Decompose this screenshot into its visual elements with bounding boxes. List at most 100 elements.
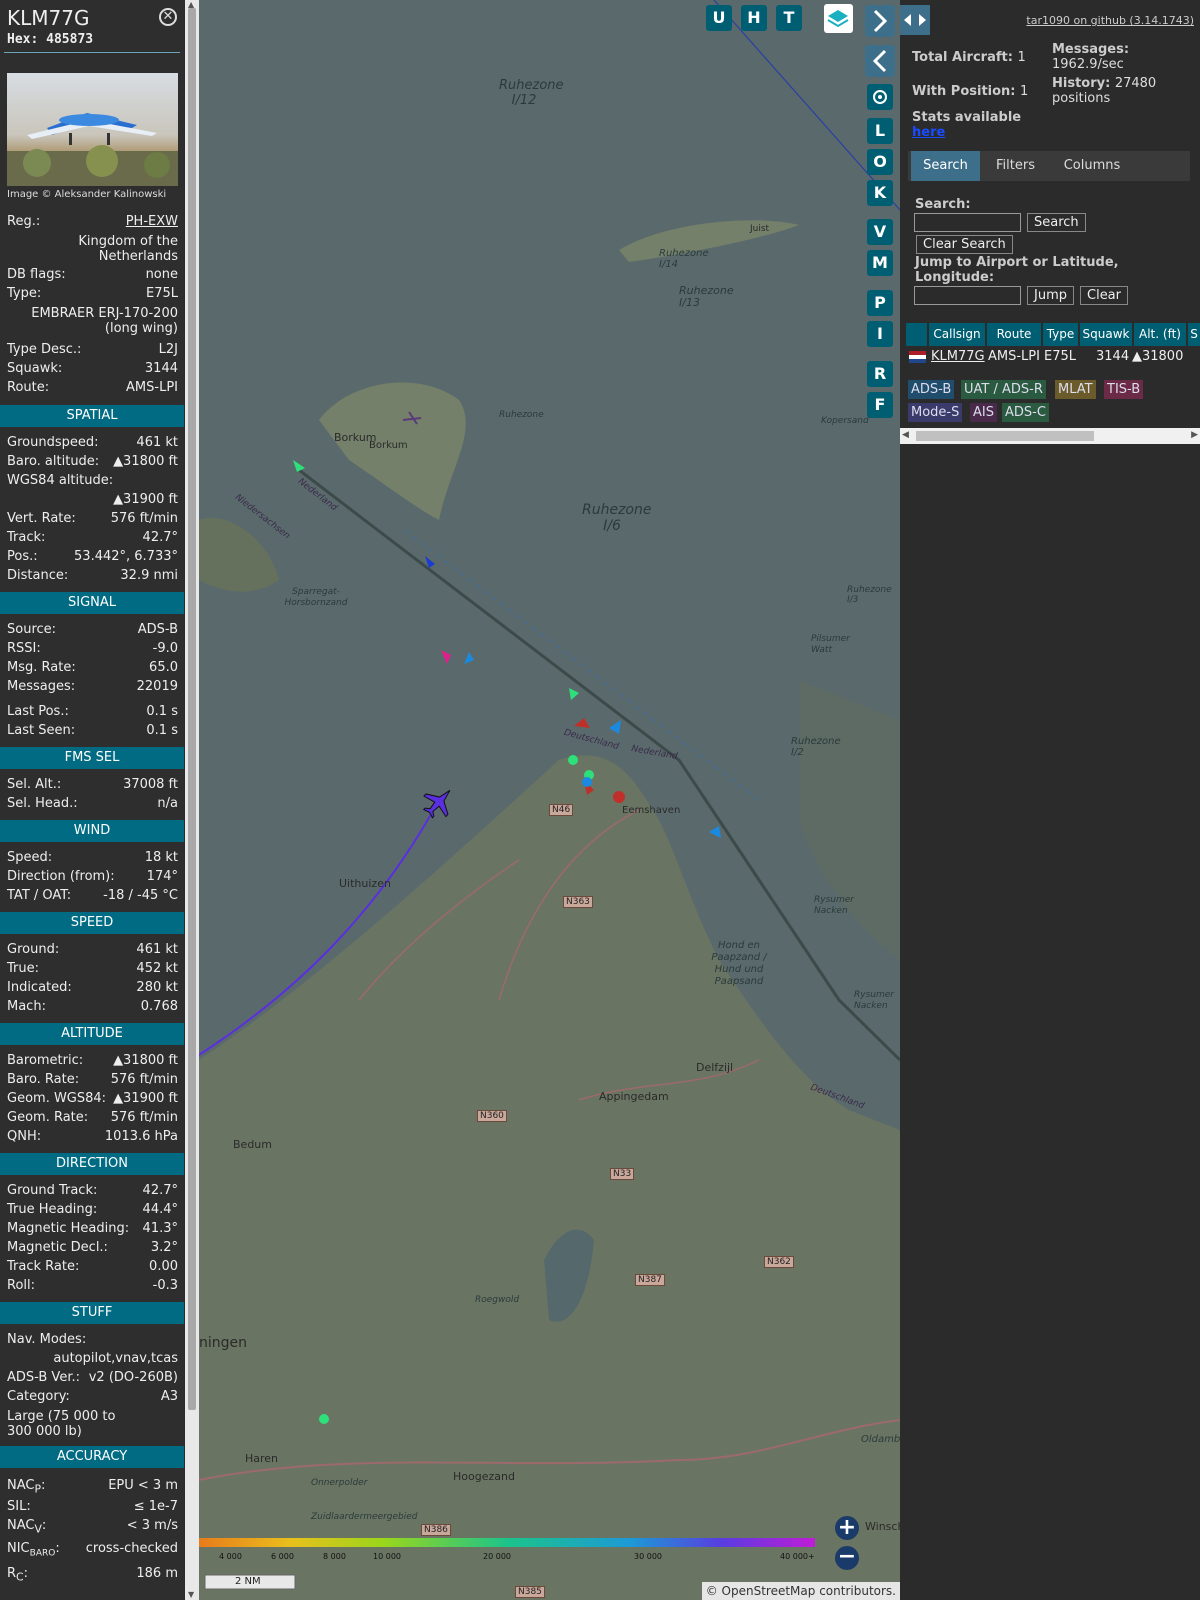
map-button-l[interactable]: L <box>867 118 893 144</box>
section-signal: SIGNAL <box>0 592 184 614</box>
history-stat: History: 27480 positions <box>1052 76 1157 106</box>
jump-input[interactable] <box>914 286 1021 305</box>
badge-mlat[interactable]: MLAT <box>1055 380 1096 399</box>
ground-speed-row: Ground: 461 kt <box>7 942 178 957</box>
map-button-m[interactable]: M <box>867 250 893 276</box>
sidebar-scrollbar[interactable]: ▲ ▼ <box>185 0 199 1600</box>
section-wind: WIND <box>0 820 184 842</box>
track-rate-row: Track Rate: 0.00 <box>7 1259 178 1274</box>
scroll-down-icon[interactable]: ▼ <box>188 1590 194 1599</box>
badge-adsb[interactable]: ADS-B <box>908 380 955 399</box>
section-speed: SPEED <box>0 912 184 934</box>
other-aircraft <box>569 688 579 700</box>
chevron-left-icon[interactable] <box>865 45 895 77</box>
map-button-i[interactable]: I <box>867 321 893 347</box>
map-button-v[interactable]: V <box>867 219 893 245</box>
position-row: Pos.: 53.442°, 6.733° <box>7 549 178 564</box>
last-pos-row: Last Pos.: 0.1 s <box>7 704 178 719</box>
column-header-speed[interactable]: S <box>1188 323 1200 346</box>
right-panel: tar1090 on github (3.14.1743) Total Airc… <box>900 0 1200 1600</box>
chevron-right-icon[interactable] <box>865 5 895 37</box>
messages-row: Messages: 22019 <box>7 679 178 694</box>
geom-rate-row: Geom. Rate: 576 ft/min <box>7 1110 178 1125</box>
table-hscrollbar[interactable]: ◀ ▶ <box>900 428 1200 444</box>
msg-rate-row: Msg. Rate: 65.0 <box>7 660 178 675</box>
search-input[interactable] <box>914 213 1021 232</box>
clear-search-button[interactable]: Clear Search <box>916 235 1013 254</box>
column-header-type[interactable]: Type <box>1043 323 1078 346</box>
hscroll-thumb[interactable] <box>916 431 1094 441</box>
search-button[interactable]: Search <box>1027 213 1086 232</box>
badge-uat-adsr[interactable]: UAT / ADS-R <box>961 380 1046 399</box>
legend-tick: 4 000 <box>219 1552 242 1561</box>
reg-link[interactable]: PH-EXW <box>126 214 178 230</box>
section-spatial: SPATIAL <box>0 405 184 427</box>
expand-collapse-icon[interactable] <box>900 5 930 35</box>
legend-tick: 40 000+ <box>780 1552 815 1561</box>
map-button-h[interactable]: H <box>741 5 767 31</box>
map-button-t[interactable]: T <box>776 5 802 31</box>
total-aircraft: Total Aircraft: 1 <box>912 50 1026 65</box>
column-header-flag[interactable] <box>906 323 927 346</box>
zoom-out-icon[interactable]: − <box>835 1546 859 1570</box>
map-button-r[interactable]: R <box>867 361 893 387</box>
column-header-squawk[interactable]: Squawk <box>1080 323 1132 346</box>
mag-heading-row: Magnetic Heading: 41.3° <box>7 1221 178 1236</box>
map[interactable]: Ruhezone I/12 Ruhezone I/14 Ruhezone I/1… <box>199 0 900 1600</box>
map-button-p[interactable]: P <box>867 290 893 316</box>
nic-baro-row: NICBARO: cross-checked <box>7 1541 178 1559</box>
vert-rate-row: Vert. Rate: 576 ft/min <box>7 511 178 526</box>
zoom-in-icon[interactable]: + <box>835 1516 859 1540</box>
vessel-marker <box>613 791 625 803</box>
aircraft-info-panel: KLM77G ✕ Hex: 485873 Image © Aleksander … <box>0 0 184 1600</box>
map-button-o[interactable]: O <box>867 149 893 175</box>
sel-alt-row: Sel. Alt.: 37008 ft <box>7 777 178 792</box>
tab-filters[interactable]: Filters <box>983 151 1048 181</box>
map-button-u[interactable]: U <box>706 5 732 31</box>
nacp-row: NACP: EPU < 3 m <box>7 1478 178 1496</box>
map-button-f[interactable]: F <box>867 392 893 418</box>
section-direction: DIRECTION <box>0 1153 184 1175</box>
sil-row: SIL: ≤ 1e-7 <box>7 1499 178 1514</box>
clear-button[interactable]: Clear <box>1080 286 1128 305</box>
column-header-altitude[interactable]: Alt. (ft) <box>1134 323 1186 346</box>
last-seen-row: Last Seen: 0.1 s <box>7 723 178 738</box>
vessel-marker <box>582 777 592 787</box>
tab-columns[interactable]: Columns <box>1051 151 1133 181</box>
map-button-k[interactable]: K <box>867 180 893 206</box>
column-header-route[interactable]: Route <box>987 323 1041 346</box>
row-type: E75L <box>1044 349 1076 364</box>
wind-dir-row: Direction (from): 174° <box>7 869 178 884</box>
scrollbar-thumb[interactable] <box>188 8 196 1410</box>
row-route: AMS-LPI <box>988 349 1040 364</box>
aircraft-photo[interactable] <box>7 73 178 186</box>
true-heading-row: True Heading: 44.4° <box>7 1202 178 1217</box>
jump-button[interactable]: Jump <box>1027 286 1074 305</box>
github-link[interactable]: tar1090 on github (3.14.1743) <box>1026 14 1194 27</box>
osm-link[interactable]: OpenStreetMap <box>722 1584 816 1598</box>
layers-icon[interactable] <box>824 4 853 33</box>
row-callsign[interactable]: KLM77G <box>931 348 985 366</box>
tab-search[interactable]: Search <box>911 151 980 181</box>
badge-tisb[interactable]: TIS-B <box>1104 380 1144 399</box>
barometric-row: Barometric: ▲31800 ft <box>7 1053 178 1068</box>
legend-tick: 10 000 <box>373 1552 401 1561</box>
nacv-row: NACV: < 3 m/s <box>7 1518 178 1536</box>
legend-tick: 8 000 <box>323 1552 346 1561</box>
settings-gear-icon[interactable] <box>867 84 893 110</box>
scroll-left-icon[interactable]: ◀ <box>902 430 909 440</box>
badge-modes[interactable]: Mode-S <box>908 403 963 422</box>
qnh-row: QNH: 1013.6 hPa <box>7 1129 178 1144</box>
hex-line: Hex: 485873 <box>7 32 94 47</box>
badge-adsc[interactable]: ADS-C <box>1002 403 1049 422</box>
nav-modes-row: Nav. Modes: <box>7 1332 87 1347</box>
stats-link[interactable]: here <box>912 125 945 140</box>
close-icon[interactable]: ✕ <box>159 8 177 26</box>
scroll-right-icon[interactable]: ▶ <box>1191 430 1198 440</box>
type-row: Type: E75L <box>7 286 178 301</box>
badge-ais[interactable]: AIS <box>970 403 997 422</box>
flag-netherlands-icon <box>909 351 926 363</box>
column-header-callsign[interactable]: Callsign <box>929 323 985 346</box>
vessel-marker <box>568 755 578 765</box>
other-aircraft <box>709 826 721 838</box>
